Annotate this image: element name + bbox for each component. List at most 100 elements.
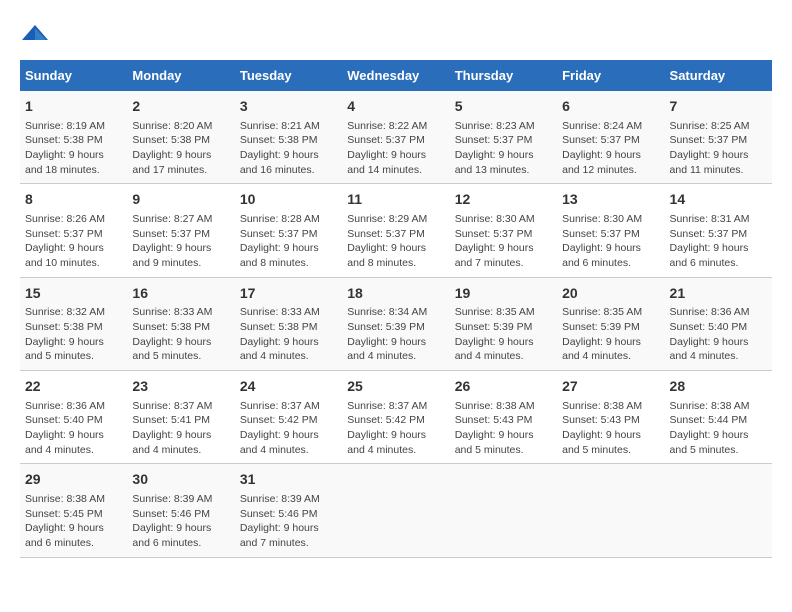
day-number: 21 [670, 284, 767, 304]
daylight-label: Daylight: 9 hoursand 4 minutes. [25, 429, 104, 456]
sunrise-value: 8:26 AM [66, 213, 105, 225]
daylight-label: Daylight: 9 hoursand 5 minutes. [562, 429, 641, 456]
sunrise-value: 8:27 AM [174, 213, 213, 225]
day-number: 1 [25, 97, 122, 117]
sunset-label: Sunset: [455, 134, 494, 146]
sunrise-label: Sunrise: [25, 213, 66, 225]
calendar-cell: 14 Sunrise: 8:31 AM Sunset: 5:37 PM Dayl… [665, 184, 772, 277]
day-number: 13 [562, 190, 659, 210]
sunrise-label: Sunrise: [240, 400, 281, 412]
calendar-cell: 25 Sunrise: 8:37 AM Sunset: 5:42 PM Dayl… [342, 371, 449, 464]
calendar-cell [450, 464, 557, 557]
sunset-label: Sunset: [562, 134, 601, 146]
daylight-label: Daylight: 9 hoursand 4 minutes. [240, 336, 319, 363]
day-info: Sunrise: 8:29 AM Sunset: 5:37 PM Dayligh… [347, 212, 444, 271]
sunset-label: Sunset: [562, 228, 601, 240]
day-info: Sunrise: 8:38 AM Sunset: 5:43 PM Dayligh… [455, 399, 552, 458]
sunset-label: Sunset: [455, 321, 494, 333]
calendar-week-row: 15 Sunrise: 8:32 AM Sunset: 5:38 PM Dayl… [20, 277, 772, 370]
weekday-header: Sunday [20, 60, 127, 91]
day-info: Sunrise: 8:32 AM Sunset: 5:38 PM Dayligh… [25, 305, 122, 364]
sunrise-value: 8:38 AM [711, 400, 750, 412]
sunset-value: 5:46 PM [278, 508, 317, 520]
sunset-label: Sunset: [347, 321, 386, 333]
day-info: Sunrise: 8:19 AM Sunset: 5:38 PM Dayligh… [25, 119, 122, 178]
daylight-label: Daylight: 9 hoursand 14 minutes. [347, 149, 426, 176]
calendar-cell: 23 Sunrise: 8:37 AM Sunset: 5:41 PM Dayl… [127, 371, 234, 464]
sunset-value: 5:37 PM [386, 228, 425, 240]
day-number: 10 [240, 190, 337, 210]
calendar-cell: 11 Sunrise: 8:29 AM Sunset: 5:37 PM Dayl… [342, 184, 449, 277]
sunset-label: Sunset: [670, 228, 709, 240]
sunset-label: Sunset: [670, 414, 709, 426]
day-number: 22 [25, 377, 122, 397]
day-info: Sunrise: 8:31 AM Sunset: 5:37 PM Dayligh… [670, 212, 767, 271]
sunset-value: 5:39 PM [493, 321, 532, 333]
sunrise-label: Sunrise: [240, 493, 281, 505]
sunrise-label: Sunrise: [455, 400, 496, 412]
sunset-label: Sunset: [25, 321, 64, 333]
sunrise-label: Sunrise: [347, 213, 388, 225]
sunrise-value: 8:35 AM [496, 306, 535, 318]
day-number: 4 [347, 97, 444, 117]
sunset-label: Sunset: [562, 321, 601, 333]
sunrise-label: Sunrise: [25, 400, 66, 412]
sunrise-value: 8:37 AM [389, 400, 428, 412]
sunrise-label: Sunrise: [562, 120, 603, 132]
sunset-value: 5:43 PM [601, 414, 640, 426]
calendar-cell: 13 Sunrise: 8:30 AM Sunset: 5:37 PM Dayl… [557, 184, 664, 277]
sunrise-value: 8:35 AM [604, 306, 643, 318]
sunrise-label: Sunrise: [25, 493, 66, 505]
sunset-label: Sunset: [25, 228, 64, 240]
day-number: 14 [670, 190, 767, 210]
sunset-value: 5:37 PM [64, 228, 103, 240]
day-info: Sunrise: 8:36 AM Sunset: 5:40 PM Dayligh… [25, 399, 122, 458]
sunrise-label: Sunrise: [132, 120, 173, 132]
sunrise-label: Sunrise: [240, 120, 281, 132]
logo [20, 20, 54, 50]
sunset-label: Sunset: [347, 414, 386, 426]
sunset-label: Sunset: [347, 134, 386, 146]
sunset-value: 5:38 PM [64, 321, 103, 333]
sunset-label: Sunset: [240, 321, 279, 333]
sunrise-value: 8:33 AM [281, 306, 320, 318]
calendar-week-row: 29 Sunrise: 8:38 AM Sunset: 5:45 PM Dayl… [20, 464, 772, 557]
day-number: 15 [25, 284, 122, 304]
daylight-label: Daylight: 9 hoursand 10 minutes. [25, 242, 104, 269]
sunrise-value: 8:36 AM [66, 400, 105, 412]
sunrise-value: 8:38 AM [604, 400, 643, 412]
sunset-value: 5:46 PM [171, 508, 210, 520]
daylight-label: Daylight: 9 hoursand 16 minutes. [240, 149, 319, 176]
sunset-value: 5:38 PM [278, 134, 317, 146]
sunrise-label: Sunrise: [670, 306, 711, 318]
day-number: 27 [562, 377, 659, 397]
calendar-cell: 24 Sunrise: 8:37 AM Sunset: 5:42 PM Dayl… [235, 371, 342, 464]
sunrise-label: Sunrise: [347, 120, 388, 132]
sunrise-label: Sunrise: [132, 493, 173, 505]
daylight-label: Daylight: 9 hoursand 7 minutes. [240, 522, 319, 549]
sunset-label: Sunset: [455, 414, 494, 426]
day-number: 12 [455, 190, 552, 210]
daylight-label: Daylight: 9 hoursand 5 minutes. [25, 336, 104, 363]
day-number: 2 [132, 97, 229, 117]
sunset-value: 5:37 PM [493, 228, 532, 240]
day-number: 18 [347, 284, 444, 304]
day-info: Sunrise: 8:22 AM Sunset: 5:37 PM Dayligh… [347, 119, 444, 178]
sunset-value: 5:38 PM [171, 134, 210, 146]
day-number: 11 [347, 190, 444, 210]
day-number: 6 [562, 97, 659, 117]
daylight-label: Daylight: 9 hoursand 4 minutes. [240, 429, 319, 456]
sunrise-value: 8:25 AM [711, 120, 750, 132]
daylight-label: Daylight: 9 hoursand 8 minutes. [240, 242, 319, 269]
sunrise-label: Sunrise: [240, 213, 281, 225]
calendar-cell: 9 Sunrise: 8:27 AM Sunset: 5:37 PM Dayli… [127, 184, 234, 277]
daylight-label: Daylight: 9 hoursand 6 minutes. [132, 522, 211, 549]
day-info: Sunrise: 8:26 AM Sunset: 5:37 PM Dayligh… [25, 212, 122, 271]
sunset-label: Sunset: [240, 508, 279, 520]
day-number: 28 [670, 377, 767, 397]
day-number: 29 [25, 470, 122, 490]
calendar-cell: 12 Sunrise: 8:30 AM Sunset: 5:37 PM Dayl… [450, 184, 557, 277]
daylight-label: Daylight: 9 hoursand 4 minutes. [670, 336, 749, 363]
sunrise-label: Sunrise: [132, 400, 173, 412]
day-info: Sunrise: 8:34 AM Sunset: 5:39 PM Dayligh… [347, 305, 444, 364]
